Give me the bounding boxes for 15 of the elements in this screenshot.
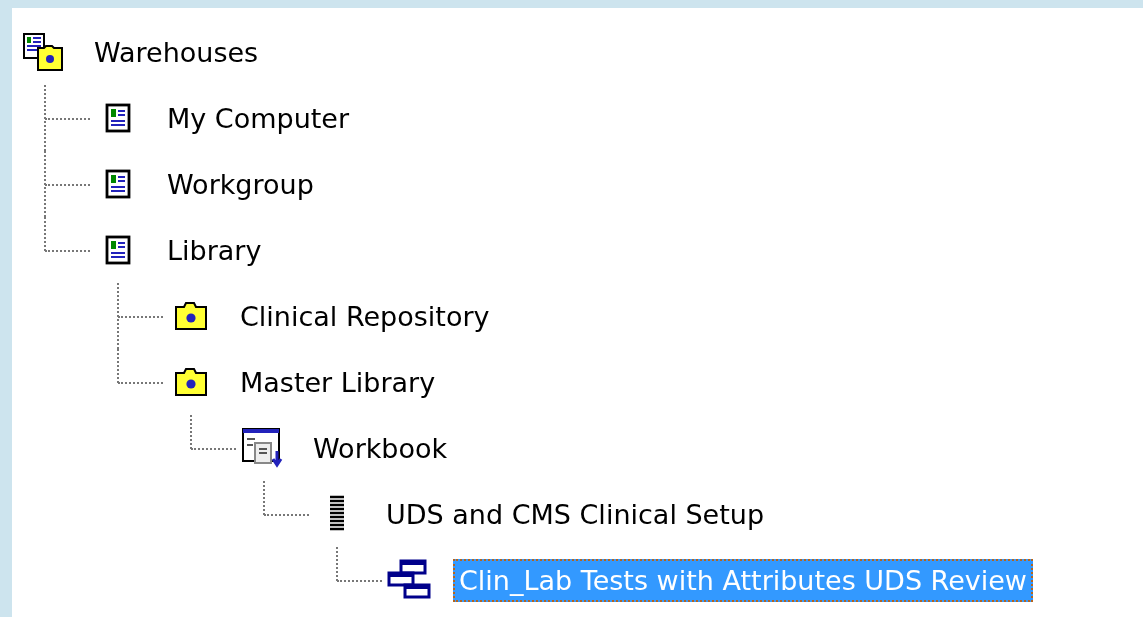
tree-item[interactable]: Workbook	[307, 426, 454, 470]
tree-item[interactable]: Library	[161, 228, 268, 272]
folder-icon	[174, 301, 208, 331]
tree-item[interactable]: Clinical Repository	[234, 294, 496, 338]
tree-item[interactable]: Warehouses	[88, 30, 265, 74]
folder-icon	[174, 367, 208, 397]
tree-item[interactable]: Master Library	[234, 360, 442, 404]
stacked-windows-icon	[387, 559, 433, 601]
document-icon	[105, 103, 131, 133]
document-icon	[105, 235, 131, 265]
document-icon	[105, 169, 131, 199]
tree-item[interactable]: Workgroup	[161, 162, 320, 206]
tree-item[interactable]: My Computer	[161, 96, 356, 140]
lines-icon	[328, 495, 346, 533]
tree-item[interactable]: UDS and CMS Clinical Setup	[380, 492, 771, 536]
